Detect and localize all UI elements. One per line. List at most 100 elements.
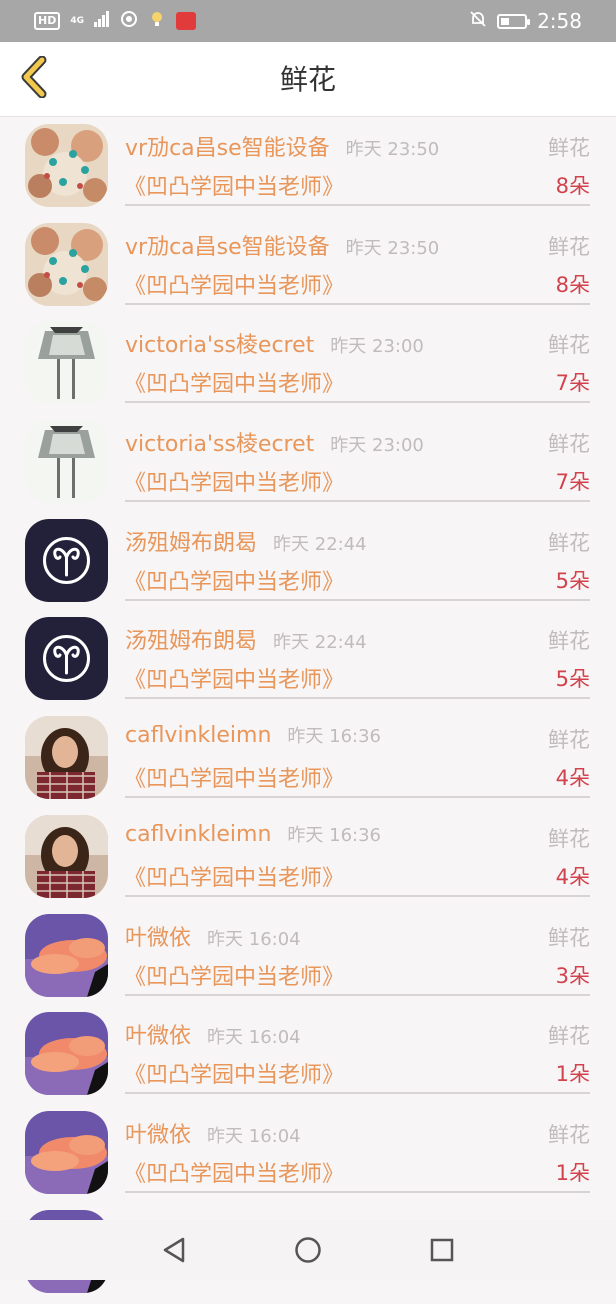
divider (125, 500, 590, 503)
divider (125, 1092, 590, 1095)
flower-count: 8朵 (555, 272, 590, 297)
flower-count: 5朵 (555, 568, 590, 593)
list-item[interactable]: 叶微依 昨天 16:04 鲜花 《凹凸学园中当老师》 1朵 (0, 1008, 616, 1107)
avatar[interactable] (25, 913, 108, 997)
divider (125, 598, 590, 601)
bell-off-icon (469, 10, 487, 32)
user-name-line: victoria'ss棱ecret 昨天 23:00 (125, 327, 424, 359)
divider (125, 1190, 590, 1193)
divider (125, 796, 590, 799)
flower-count: 1朵 (555, 1062, 590, 1087)
flower-count: 8朵 (555, 174, 590, 198)
flower-count: 5朵 (555, 667, 590, 692)
user-name-line: 叶微依 昨天 16:04 (125, 920, 301, 952)
divider (125, 894, 590, 897)
timestamp: 昨天 23:50 (345, 237, 440, 259)
nav-back-button[interactable] (154, 1230, 194, 1270)
gift-type-label: 鲜花 (548, 728, 590, 753)
user-name: 叶微依 (125, 1122, 192, 1148)
user-name: 叶微依 (125, 1024, 192, 1050)
course-title: 《凹凸学园中当老师》 (124, 569, 345, 595)
user-name: 汤殂姆布朗曷 (125, 629, 258, 655)
timestamp: 昨天 23:50 (345, 139, 440, 160)
avatar[interactable] (25, 1012, 108, 1096)
user-name: 汤殂姆布朗曷 (125, 530, 258, 556)
user-name: 叶微依 (125, 925, 192, 951)
list-item[interactable]: vr劢ca昌se智能设备 昨天 23:50 鲜花 《凹凸学园中当老师》 8朵 (0, 120, 616, 219)
course-title: 《凹凸学园中当老师》 (124, 471, 345, 497)
divider (125, 302, 590, 305)
gift-type-label: 鲜花 (548, 136, 590, 160)
avatar[interactable] (25, 420, 108, 504)
user-name-line: vr劢ca昌se智能设备 昨天 23:50 (125, 130, 439, 162)
course-title: 《凹凸学园中当老师》 (124, 668, 345, 694)
timestamp: 昨天 23:00 (330, 435, 424, 457)
network-type: 4G (70, 15, 84, 26)
gift-type-label: 鲜花 (548, 629, 590, 654)
list-item[interactable]: victoria'ss棱ecret 昨天 23:00 鲜花 《凹凸学园中当老师》 … (0, 317, 616, 416)
app-notification-icon (176, 12, 196, 30)
nav-recents-button[interactable] (422, 1230, 462, 1270)
user-name: caflvinkleimn (125, 821, 272, 847)
triangle-back-icon (163, 1237, 185, 1263)
gift-type-label: 鲜花 (548, 1024, 590, 1049)
timestamp: 昨天 23:00 (330, 336, 424, 358)
list-item[interactable]: 叶微依 昨天 16:04 鲜花 《凹凸学园中当老师》 1朵 (0, 1107, 616, 1206)
timestamp: 昨天 16:04 (207, 1027, 301, 1049)
divider (125, 993, 590, 996)
user-name-line: victoria'ss棱ecret 昨天 23:00 (125, 426, 424, 458)
app-header: 鲜花 (0, 42, 616, 117)
list-item[interactable]: vr劢ca昌se智能设备 昨天 23:50 鲜花 《凹凸学园中当老师》 8朵 (0, 219, 616, 318)
list-item[interactable]: 叶微依 昨天 16:04 鲜花 《凹凸学园中当老师》 3朵 (0, 910, 616, 1009)
gift-type-label: 鲜花 (548, 432, 590, 457)
course-title: 《凹凸学园中当老师》 (124, 273, 345, 299)
flower-count: 3朵 (555, 963, 590, 988)
course-title: 《凹凸学园中当老师》 (124, 767, 345, 793)
nav-home-button[interactable] (288, 1230, 328, 1270)
list-item[interactable]: victoria'ss棱ecret 昨天 23:00 鲜花 《凹凸学园中当老师》 … (0, 416, 616, 515)
gift-type-label: 鲜花 (548, 925, 590, 950)
list-item[interactable]: caflvinkleimn 昨天 16:36 鲜花 《凹凸学园中当老师》 4朵 (0, 712, 616, 811)
app-swirl-icon (120, 10, 138, 32)
signal-icon (94, 11, 110, 31)
list-item[interactable]: 汤殂姆布朗曷 昨天 22:44 鲜花 《凹凸学园中当老师》 5朵 (0, 613, 616, 712)
gift-type-label: 鲜花 (548, 333, 590, 358)
battery-icon (497, 13, 531, 29)
flower-gift-list: vr劢ca昌se智能设备 昨天 23:50 鲜花 《凹凸学园中当老师》 8朵 vr… (0, 120, 616, 1304)
hd-badge: HD (34, 12, 61, 30)
timestamp: 昨天 16:04 (207, 928, 301, 950)
avatar[interactable] (25, 222, 108, 306)
square-recents-icon (430, 1238, 454, 1262)
avatar[interactable] (25, 321, 108, 405)
user-name-line: 汤殂姆布朗曷 昨天 22:44 (125, 623, 367, 655)
avatar[interactable] (25, 716, 108, 800)
page-title: 鲜花 (279, 63, 336, 96)
avatar[interactable] (25, 1110, 108, 1194)
flower-count: 1朵 (555, 1160, 590, 1185)
gift-type-label: 鲜花 (548, 826, 590, 851)
flower-count: 4朵 (555, 864, 590, 889)
circle-home-icon (295, 1237, 321, 1263)
avatar[interactable] (25, 814, 108, 898)
timestamp: 昨天 16:04 (207, 1125, 301, 1147)
course-title: 《凹凸学园中当老师》 (124, 175, 345, 200)
lightbulb-icon (148, 10, 166, 32)
user-name: victoria'ss棱ecret (125, 432, 315, 458)
avatar[interactable] (25, 518, 108, 602)
user-name-line: caflvinkleimn 昨天 16:36 (125, 722, 381, 748)
timestamp: 昨天 22:44 (273, 533, 367, 555)
status-bar: HD 4G 2:58 (0, 0, 616, 42)
user-name-line: vr劢ca昌se智能设备 昨天 23:50 (125, 229, 439, 261)
course-title: 《凹凸学园中当老师》 (124, 865, 345, 891)
gift-type-label: 鲜花 (548, 234, 590, 259)
navigation-bar (0, 1220, 616, 1280)
status-bar-left: HD 4G (34, 10, 196, 32)
user-name-line: caflvinkleimn 昨天 16:36 (125, 821, 381, 847)
list-item[interactable]: 汤殂姆布朗曷 昨天 22:44 鲜花 《凹凸学园中当老师》 5朵 (0, 515, 616, 614)
list-item[interactable]: caflvinkleimn 昨天 16:36 鲜花 《凹凸学园中当老师》 4朵 (0, 811, 616, 910)
avatar[interactable] (25, 124, 108, 207)
status-bar-right: 2:58 (469, 9, 582, 33)
user-name: vr劢ca昌se智能设备 (125, 136, 330, 161)
avatar[interactable] (25, 617, 108, 701)
user-name: vr劢ca昌se智能设备 (125, 234, 330, 260)
